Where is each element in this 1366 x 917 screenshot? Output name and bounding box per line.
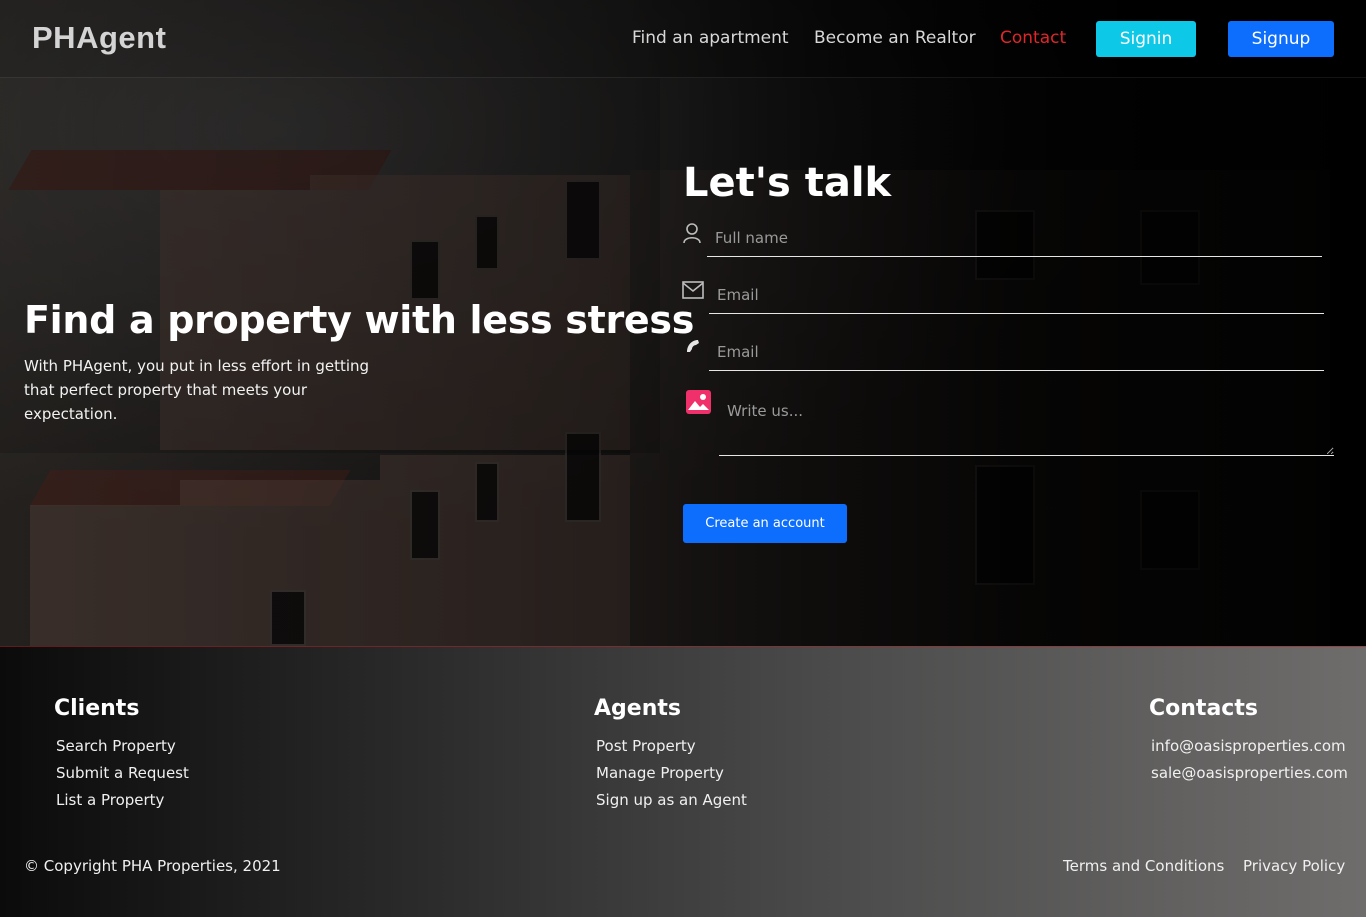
footer-link-manage-property[interactable]: Manage Property: [596, 764, 724, 782]
footer: Clients Search Property Submit a Request…: [0, 646, 1366, 917]
user-icon: [682, 222, 704, 244]
signin-button[interactable]: Signin: [1096, 21, 1196, 57]
footer-agents-title: Agents: [594, 696, 681, 721]
footer-link-terms[interactable]: Terms and Conditions: [1063, 857, 1224, 875]
form-title: Let's talk: [683, 160, 892, 206]
envelope-icon: [682, 281, 704, 303]
top-navbar: PHAgent Find an apartment Become an Real…: [0, 0, 1366, 78]
hero-subtitle: With PHAgent, you put in less effort in …: [24, 357, 370, 423]
copyright-text: © Copyright PHA Properties, 2021: [24, 857, 281, 875]
footer-link-sale-email[interactable]: sale@oasisproperties.com: [1151, 764, 1348, 782]
full-name-field[interactable]: [707, 220, 1322, 257]
footer-link-privacy[interactable]: Privacy Policy: [1243, 857, 1345, 875]
footer-link-search-property[interactable]: Search Property: [56, 737, 176, 755]
footer-clients-title: Clients: [54, 696, 140, 721]
nav-link-become-realtor[interactable]: Become an Realtor: [814, 28, 976, 48]
footer-link-submit-request[interactable]: Submit a Request: [56, 764, 189, 782]
message-textarea[interactable]: [719, 392, 1334, 456]
signup-button[interactable]: Signup: [1228, 21, 1334, 57]
footer-link-signup-agent[interactable]: Sign up as an Agent: [596, 791, 747, 809]
nav-link-contact[interactable]: Contact: [1000, 28, 1066, 48]
email-field[interactable]: [709, 277, 1324, 314]
nav-link-find-apartment[interactable]: Find an apartment: [632, 28, 789, 48]
footer-link-list-property[interactable]: List a Property: [56, 791, 164, 809]
create-account-button[interactable]: Create an account: [683, 504, 847, 543]
phone-field[interactable]: [709, 334, 1324, 371]
footer-contacts-title: Contacts: [1149, 696, 1258, 721]
footer-link-post-property[interactable]: Post Property: [596, 737, 696, 755]
brand-logo[interactable]: PHAgent: [32, 20, 166, 56]
phone-icon: [684, 337, 706, 359]
hero-title: Find a property with less stress: [24, 298, 695, 342]
footer-link-info-email[interactable]: info@oasisproperties.com: [1151, 737, 1346, 755]
image-icon: [686, 390, 712, 414]
